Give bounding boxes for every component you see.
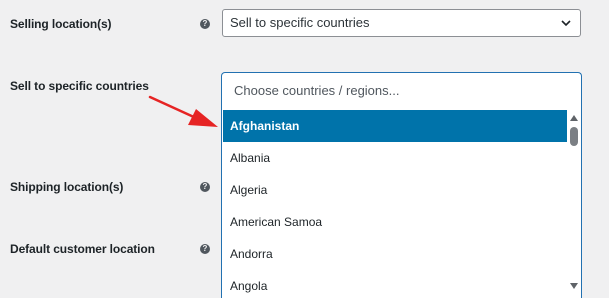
countries-dropdown[interactable]: Choose countries / regions... Afghanista… (221, 72, 582, 298)
woocommerce-general-settings: Selling location(s) ? Sell to specific c… (0, 0, 609, 298)
annotation-arrow-icon (148, 95, 218, 127)
scroll-down-icon[interactable] (570, 283, 578, 289)
country-option-afghanistan[interactable]: Afghanistan (223, 110, 567, 142)
help-icon[interactable]: ? (200, 182, 210, 192)
countries-options-list[interactable]: Afghanistan Albania Algeria American Sam… (223, 110, 567, 298)
default-customer-location-label: Default customer location (10, 242, 155, 256)
selling-location-value: Sell to specific countries (230, 15, 370, 30)
country-option-american-samoa[interactable]: American Samoa (223, 206, 567, 238)
countries-search-input[interactable]: Choose countries / regions... (225, 76, 578, 106)
country-option-algeria[interactable]: Algeria (223, 174, 567, 206)
country-option-andorra[interactable]: Andorra (223, 238, 567, 270)
selling-location-label: Selling location(s) (10, 17, 112, 31)
help-icon[interactable]: ? (200, 19, 210, 29)
help-icon[interactable]: ? (200, 244, 210, 254)
scroll-up-icon[interactable] (570, 115, 578, 121)
country-option-angola[interactable]: Angola (223, 270, 567, 298)
specific-countries-label: Sell to specific countries (10, 79, 149, 93)
selling-location-select[interactable]: Sell to specific countries (222, 9, 581, 37)
options-scrollbar[interactable] (568, 110, 581, 298)
chevron-down-icon (561, 20, 571, 27)
scrollbar-thumb[interactable] (570, 127, 578, 146)
country-option-albania[interactable]: Albania (223, 142, 567, 174)
shipping-location-label: Shipping location(s) (10, 180, 124, 194)
